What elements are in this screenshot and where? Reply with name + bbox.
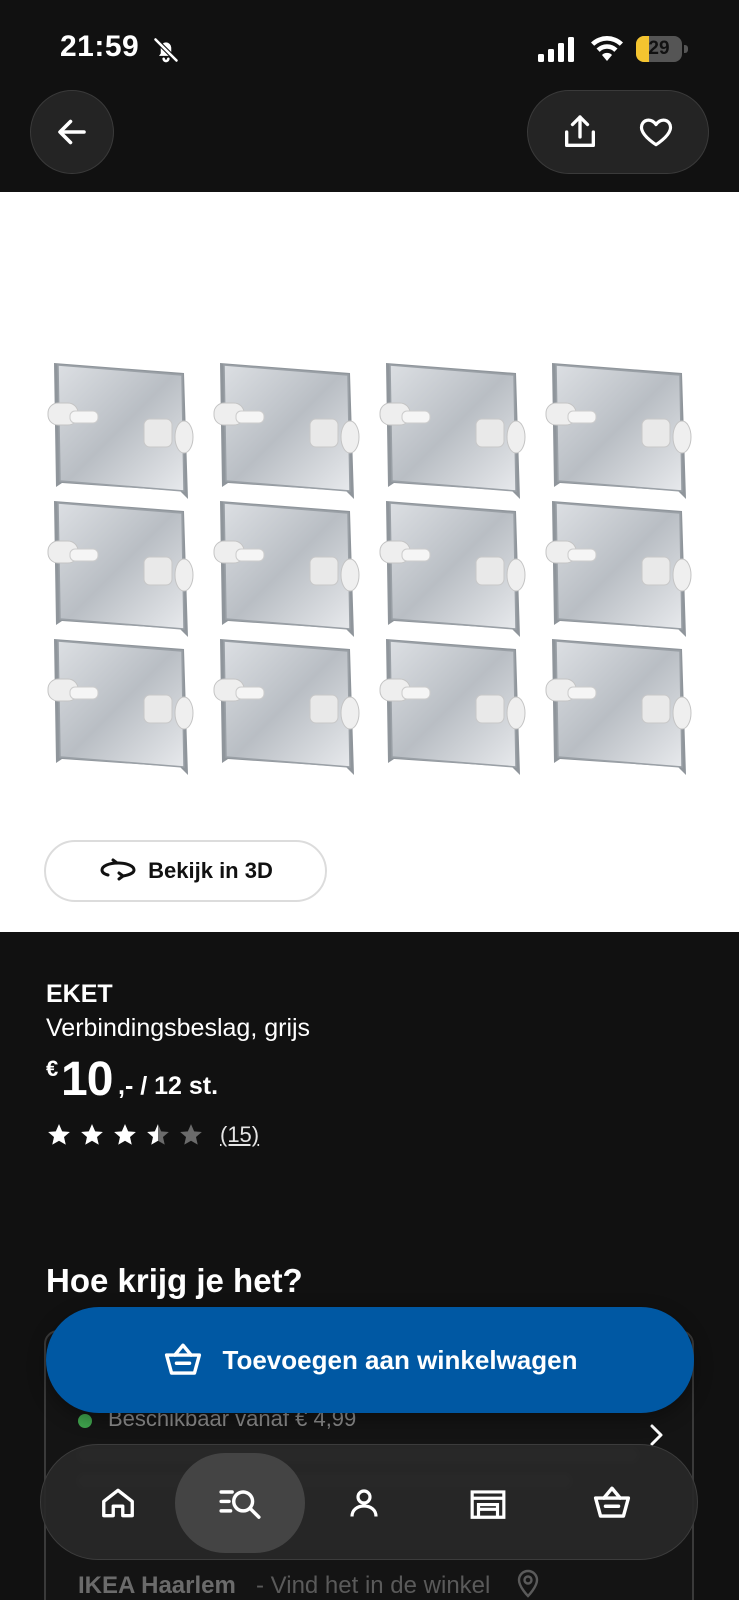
header-actions (527, 90, 709, 174)
add-to-cart-button[interactable]: Toevoegen aan winkelwagen (46, 1307, 694, 1413)
status-time: 21:59 (60, 30, 140, 63)
bracket-item (379, 639, 526, 775)
store-name: IKEA Haarlem (78, 1572, 236, 1599)
bracket-item (379, 501, 526, 637)
star-icon (114, 1124, 136, 1145)
bracket-item (213, 363, 360, 499)
bracket-item (47, 363, 194, 499)
store-icon (470, 1490, 506, 1519)
share-icon (565, 115, 595, 147)
bracket-item (545, 639, 692, 775)
bracket-item (47, 501, 194, 637)
star-icon (180, 1124, 202, 1145)
bracket-item (213, 639, 360, 775)
header-bar (0, 86, 739, 192)
star-icon (48, 1124, 70, 1145)
cellular-signal-icon (538, 37, 574, 62)
arrow-left-icon (58, 119, 86, 145)
product-name: EKET (46, 980, 113, 1008)
back-button[interactable] (30, 90, 114, 174)
add-to-cart-label: Toevoegen aan winkelwagen (222, 1344, 578, 1375)
product-image (47, 363, 692, 775)
location-pin-icon (517, 1569, 539, 1598)
basket-icon (593, 1486, 631, 1518)
bottom-navigation (40, 1444, 698, 1560)
bracket-item (545, 501, 692, 637)
bell-off-icon (153, 37, 179, 63)
view-3d-button[interactable]: Bekijk in 3D (44, 840, 327, 902)
search-list-icon (219, 1490, 261, 1519)
nav-basket[interactable] (547, 1453, 677, 1553)
profile-icon (350, 1489, 378, 1517)
star-icon (81, 1124, 103, 1145)
product-rating[interactable]: (15) (46, 1120, 259, 1150)
bracket-item (379, 363, 526, 499)
battery-percent: 29 (648, 38, 670, 59)
status-bar: 21:59 29 (0, 0, 739, 96)
bracket-item (213, 501, 360, 637)
favorite-button[interactable] (626, 102, 686, 162)
availability-status-dot (78, 1414, 92, 1428)
star-icon (147, 1124, 169, 1145)
share-button[interactable] (550, 102, 610, 162)
nav-home[interactable] (53, 1453, 183, 1553)
view-3d-label: Bekijk in 3D (148, 858, 273, 883)
heart-icon (639, 118, 673, 147)
nav-profile[interactable] (299, 1453, 429, 1553)
product-image-gallery[interactable]: Bekijk in 3D (0, 192, 739, 932)
product-description: Verbindingsbeslag, grijs (46, 1014, 311, 1042)
bracket-item (545, 363, 692, 499)
rotate-3d-icon (100, 858, 136, 881)
wifi-icon (591, 36, 623, 61)
price-currency: € (46, 1056, 59, 1081)
home-icon (102, 1488, 134, 1518)
rating-stars (46, 1122, 204, 1148)
price-suffix: ,- / 12 st. (118, 1072, 219, 1100)
delivery-heading: Hoe krijg je het? (46, 1262, 303, 1299)
nav-search[interactable] (175, 1453, 305, 1553)
bracket-item (47, 639, 194, 775)
store-suffix: - Vind het in de winkel (256, 1572, 491, 1599)
nav-store[interactable] (423, 1453, 553, 1553)
price-value: 10 (61, 1053, 113, 1106)
basket-icon (164, 1343, 201, 1375)
battery-indicator: 29 (636, 36, 688, 62)
review-count-link[interactable]: (15) (220, 1122, 259, 1148)
